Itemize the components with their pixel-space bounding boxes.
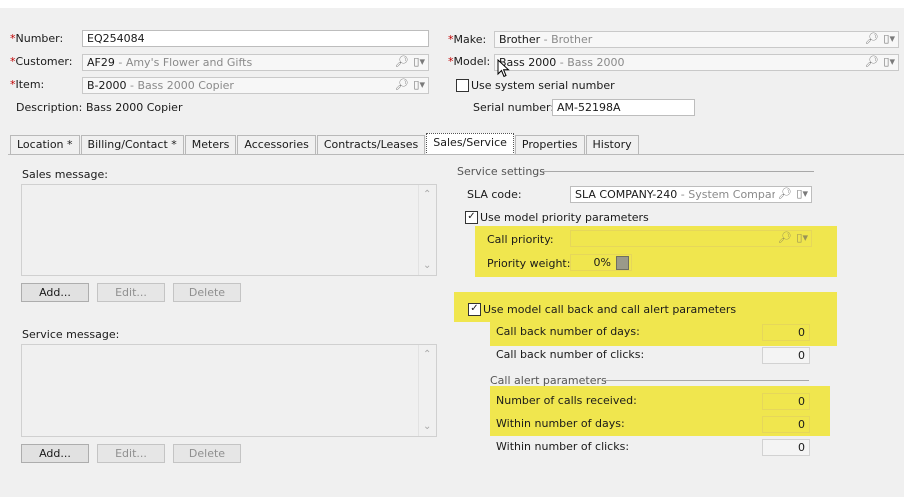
make-code: Brother xyxy=(499,33,541,46)
scroll-up-icon[interactable]: ⌃ xyxy=(423,349,431,360)
dropdown-menu-icon[interactable]: ▯▾ xyxy=(796,231,808,244)
item-label-text: Item: xyxy=(15,78,45,91)
item-desc: - Bass 2000 Copier xyxy=(126,79,234,92)
service-delete-button[interactable]: Delete xyxy=(173,444,241,463)
dropdown-menu-icon[interactable]: ▯▾ xyxy=(883,55,895,68)
model-label-text: Model: xyxy=(453,55,491,68)
scroll-up-icon[interactable]: ⌃ xyxy=(423,189,431,200)
service-settings-group-label: Service settings xyxy=(457,165,546,178)
model-label: *Model: xyxy=(448,55,490,68)
customer-desc: - Amy's Flower and Gifts xyxy=(114,56,253,69)
number-field[interactable]: EQ254084 xyxy=(82,30,429,47)
callback-clicks-field[interactable]: 0 xyxy=(762,347,810,364)
callback-clicks-value: 0 xyxy=(798,349,805,362)
tab-properties[interactable]: Properties xyxy=(514,135,585,154)
calls-received-field[interactable]: 0 xyxy=(762,393,810,410)
tab-accessories[interactable]: Accessories xyxy=(237,135,316,154)
use-model-priority-label: Use model priority parameters xyxy=(480,211,649,224)
service-message-label: Service message: xyxy=(22,328,120,341)
number-label: *Number: xyxy=(10,32,63,45)
dropdown-menu-icon[interactable]: ▯▾ xyxy=(413,55,425,68)
scroll-down-icon[interactable]: ⌄ xyxy=(423,260,431,271)
number-value: EQ254084 xyxy=(87,32,145,45)
sla-code-label: SLA code: xyxy=(467,188,522,201)
make-label: *Make: xyxy=(448,33,486,46)
model-field[interactable]: Bass 2000 - Bass 2000 🔎︎ ▯▾ xyxy=(494,54,899,71)
dropdown-menu-icon[interactable]: ▯▾ xyxy=(796,187,808,200)
within-clicks-field[interactable]: 0 xyxy=(762,439,810,456)
sales-message-textarea[interactable]: ⌃ ⌄ xyxy=(21,184,437,276)
item-code: B-2000 xyxy=(87,79,127,92)
within-days-value: 0 xyxy=(798,418,805,431)
magnifier-icon[interactable]: 🔎︎ xyxy=(864,32,878,45)
tab-location[interactable]: Location * xyxy=(10,135,80,154)
sales-edit-button[interactable]: Edit... xyxy=(97,283,165,302)
mouse-cursor-icon xyxy=(497,59,510,78)
service-message-textarea[interactable]: ⌃ ⌄ xyxy=(21,344,437,437)
callback-days-value: 0 xyxy=(798,326,805,339)
service-message-scrollbar[interactable]: ⌃ ⌄ xyxy=(418,345,436,436)
service-settings-divider xyxy=(542,171,814,172)
serial-field[interactable]: AM-52198A xyxy=(552,99,695,116)
calls-received-value: 0 xyxy=(798,395,805,408)
callback-days-label: Call back number of days: xyxy=(496,325,640,338)
description-value: Bass 2000 Copier xyxy=(86,101,183,114)
dropdown-menu-icon[interactable]: ▯▾ xyxy=(883,32,895,45)
magnifier-icon[interactable]: 🔎︎ xyxy=(864,55,878,68)
call-priority-field[interactable]: 🔎︎ ▯▾ xyxy=(570,230,812,247)
callback-clicks-label: Call back number of clicks: xyxy=(496,348,645,361)
use-model-callback-checkbox[interactable]: ✓ xyxy=(468,303,481,316)
call-priority-label: Call priority: xyxy=(487,233,554,246)
magnifier-icon[interactable]: 🔎︎ xyxy=(777,187,791,200)
make-field[interactable]: Brother - Brother 🔎︎ ▯▾ xyxy=(494,31,899,48)
sales-add-button[interactable]: Add... xyxy=(21,283,89,302)
dropdown-menu-icon[interactable]: ▯▾ xyxy=(413,78,425,91)
tab-billing-contact[interactable]: Billing/Contact * xyxy=(80,135,184,154)
within-clicks-label: Within number of clicks: xyxy=(496,440,630,453)
service-edit-button[interactable]: Edit... xyxy=(97,444,165,463)
model-desc: - Bass 2000 xyxy=(556,56,625,69)
description-label: Description: xyxy=(16,101,83,114)
sales-message-label: Sales message: xyxy=(22,168,108,181)
customer-field[interactable]: AF29 - Amy's Flower and Gifts 🔎︎ ▯▾ xyxy=(82,54,429,71)
scroll-down-icon[interactable]: ⌄ xyxy=(423,421,431,432)
magnifier-icon[interactable]: 🔎︎ xyxy=(777,231,791,244)
customer-label-text: Customer: xyxy=(15,55,73,68)
call-alert-divider xyxy=(603,380,809,381)
within-days-label: Within number of days: xyxy=(496,417,625,430)
use-model-priority-checkbox[interactable]: ✓ xyxy=(465,211,478,224)
customer-code: AF29 xyxy=(87,56,115,69)
tab-sales-service[interactable]: Sales/Service xyxy=(426,133,514,155)
callback-days-field[interactable]: 0 xyxy=(762,324,810,341)
make-desc: - Brother xyxy=(540,33,593,46)
priority-weight-label: Priority weight: xyxy=(487,257,571,270)
tab-history[interactable]: History xyxy=(585,135,639,154)
use-system-serial-label: Use system serial number xyxy=(471,79,615,92)
tab-bar: Location * Billing/Contact * Meters Acce… xyxy=(10,133,640,155)
calls-received-label: Number of calls received: xyxy=(496,394,637,407)
number-label-text: Number: xyxy=(15,32,64,45)
item-field[interactable]: B-2000 - Bass 2000 Copier 🔎︎ ▯▾ xyxy=(82,77,429,94)
within-days-field[interactable]: 0 xyxy=(762,416,810,433)
sales-delete-button[interactable]: Delete xyxy=(173,283,241,302)
sla-code-field[interactable]: SLA COMPANY-240 - System Company Hc 🔎︎ ▯▾ xyxy=(570,186,812,203)
magnifier-icon[interactable]: 🔎︎ xyxy=(394,78,408,91)
tab-meters[interactable]: Meters xyxy=(184,135,237,154)
tab-contracts-leases[interactable]: Contracts/Leases xyxy=(316,135,426,154)
item-label: *Item: xyxy=(10,78,44,91)
use-model-callback-label: Use model call back and call alert param… xyxy=(483,303,737,316)
serial-value: AM-52198A xyxy=(557,101,621,114)
top-strip xyxy=(0,0,904,8)
magnifier-icon[interactable]: 🔎︎ xyxy=(394,55,408,68)
priority-weight-value: 0% xyxy=(593,256,611,269)
use-system-serial-checkbox[interactable] xyxy=(456,79,469,92)
within-clicks-value: 0 xyxy=(798,441,805,454)
serial-label: Serial number: xyxy=(473,101,555,114)
sla-code-value: SLA COMPANY-240 xyxy=(575,188,678,201)
sales-message-scrollbar[interactable]: ⌃ ⌄ xyxy=(418,185,436,275)
make-label-text: Make: xyxy=(453,33,487,46)
customer-label: *Customer: xyxy=(10,55,72,68)
calculator-icon[interactable] xyxy=(616,256,629,270)
service-add-button[interactable]: Add... xyxy=(21,444,89,463)
